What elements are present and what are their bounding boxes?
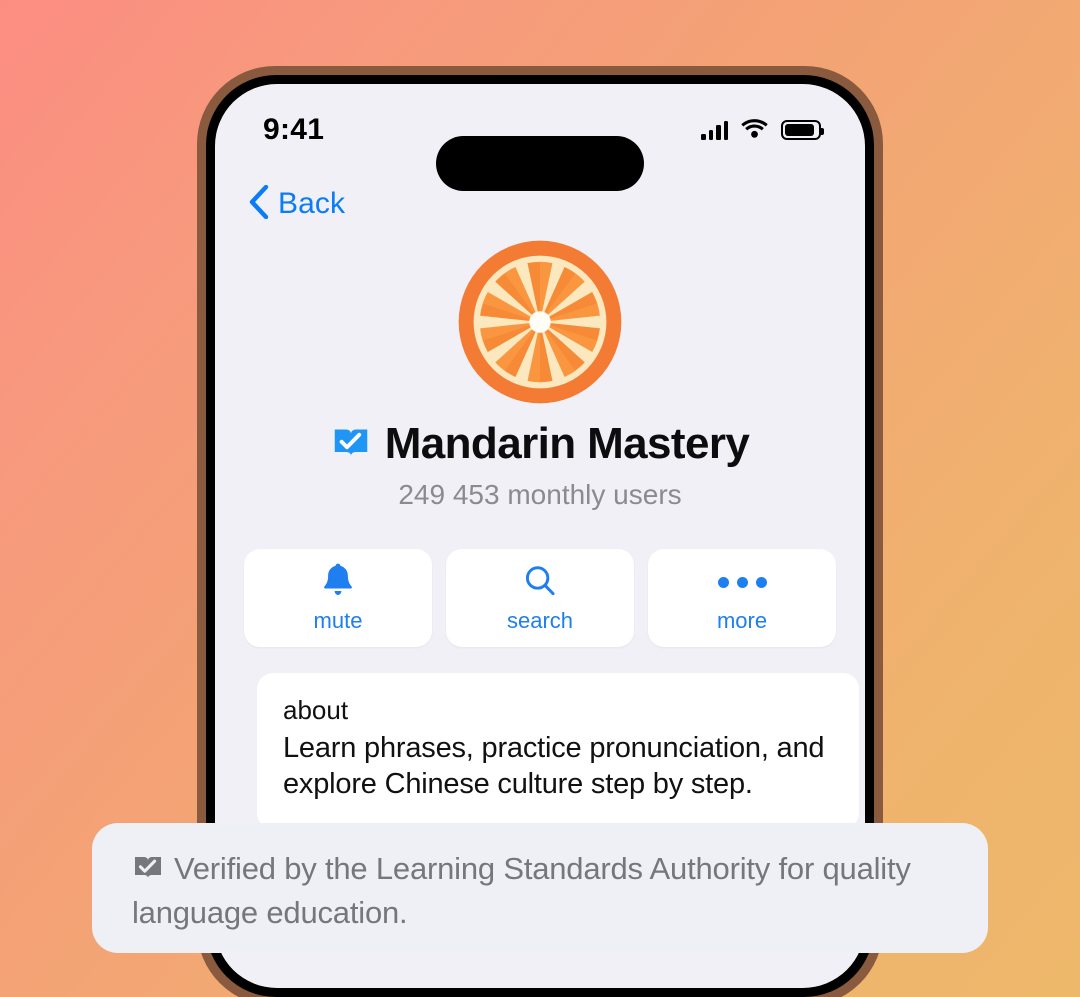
search-button[interactable]: search <box>446 549 634 647</box>
gradient-background: 9:41 Back Mandarin Mastery 249 453 month… <box>0 0 1080 997</box>
ellipsis-icon <box>717 562 767 602</box>
nav-bar: Back <box>215 172 865 236</box>
status-time: 9:41 <box>263 113 325 146</box>
bell-icon <box>320 562 356 602</box>
verification-text: Verified by the Learning Standards Autho… <box>132 851 911 930</box>
magnifier-icon <box>522 562 558 602</box>
more-button-label: more <box>716 608 768 633</box>
open-book-check-icon <box>331 422 371 467</box>
signal-bars-icon <box>701 120 728 140</box>
wifi-icon <box>741 118 768 143</box>
verification-text-block: Verified by the Learning Standards Autho… <box>132 849 948 932</box>
search-button-label: search <box>506 608 574 633</box>
about-card: about Learn phrases, practice pronunciat… <box>257 673 859 829</box>
back-button-label: Back <box>278 187 346 220</box>
action-button-row: mute search more <box>215 549 865 647</box>
battery-icon <box>781 120 824 140</box>
more-button[interactable]: more <box>648 549 836 647</box>
open-book-check-icon <box>132 851 164 893</box>
about-body: Learn phrases, practice pronunciation, a… <box>283 732 825 801</box>
verification-overlay: Verified by the Learning Standards Autho… <box>92 823 988 953</box>
page-subtitle: 249 453 monthly users <box>398 479 682 510</box>
back-button[interactable]: Back <box>249 184 346 224</box>
about-heading: about <box>283 695 349 725</box>
orange-slice-avatar <box>457 239 623 405</box>
chevron-left-icon <box>249 184 269 224</box>
mute-button[interactable]: mute <box>244 549 432 647</box>
page-title: Mandarin Mastery <box>384 419 750 468</box>
status-icons <box>701 118 824 143</box>
mute-button-label: mute <box>313 608 363 633</box>
title-row: Mandarin Mastery <box>215 419 865 469</box>
